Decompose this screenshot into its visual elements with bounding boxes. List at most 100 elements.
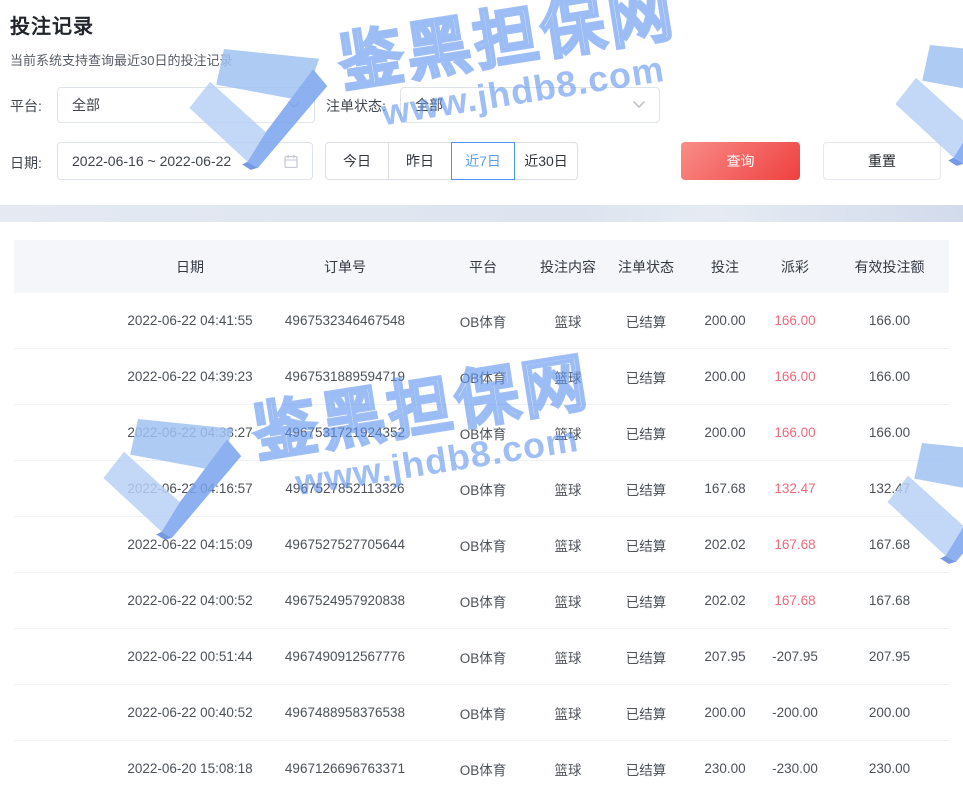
pad-cell <box>14 685 122 741</box>
status-cell: 已结算 <box>602 293 690 349</box>
valid-cell: 167.68 <box>830 573 949 629</box>
payout-cell: -207.95 <box>760 629 830 685</box>
content-cell: 篮球 <box>534 293 602 349</box>
valid-cell: 200.00 <box>830 685 949 741</box>
bet-cell: 167.68 <box>690 461 760 517</box>
col-header-platform: 平台 <box>432 240 534 293</box>
order-cell: 4967524957920838 <box>258 573 432 629</box>
col-header-order: 订单号 <box>258 240 432 293</box>
watermark-brand: 鉴黑担保网 <box>335 0 681 98</box>
order-cell: 4967531721924352 <box>258 405 432 461</box>
valid-cell: 166.00 <box>830 349 949 405</box>
status-cell: 已结算 <box>602 349 690 405</box>
valid-cell: 230.00 <box>830 741 949 795</box>
bet-cell: 202.02 <box>690 573 760 629</box>
date-cell: 2022-06-22 00:40:52 <box>122 685 258 741</box>
col-header-payout: 派彩 <box>760 240 830 293</box>
chevron-down-icon <box>288 101 300 109</box>
pad-cell <box>14 461 122 517</box>
status-label: 注单状态: <box>326 96 386 116</box>
table-row: 2022-06-22 04:00:524967524957920838OB体育篮… <box>14 573 949 629</box>
section-divider <box>0 205 963 222</box>
platform-label: 平台: <box>10 96 42 116</box>
platform-cell: OB体育 <box>432 629 534 685</box>
table-row: 2022-06-22 04:15:094967527527705644OB体育篮… <box>14 517 949 573</box>
platform-cell: OB体育 <box>432 573 534 629</box>
order-cell: 4967527852113326 <box>258 461 432 517</box>
order-cell: 4967531889594719 <box>258 349 432 405</box>
valid-cell: 207.95 <box>830 629 949 685</box>
col-header-status: 注单状态 <box>602 240 690 293</box>
bet-cell: 230.00 <box>690 741 760 795</box>
quick-date-yesterday-button[interactable]: 昨日 <box>388 142 452 180</box>
col-header-date: 日期 <box>122 240 258 293</box>
order-cell: 4967488958376538 <box>258 685 432 741</box>
date-range-input[interactable]: 2022-06-16 ~ 2022-06-22 <box>57 142 313 180</box>
date-cell: 2022-06-22 04:00:52 <box>122 573 258 629</box>
records-table: 日期 订单号 平台 投注内容 注单状态 投注 派彩 有效投注额 2022-06-… <box>14 240 949 795</box>
bet-cell: 200.00 <box>690 685 760 741</box>
payout-cell: 167.68 <box>760 573 830 629</box>
status-cell: 已结算 <box>602 741 690 795</box>
pad-cell <box>14 293 122 349</box>
platform-cell: OB体育 <box>432 405 534 461</box>
table-header-row: 日期 订单号 平台 投注内容 注单状态 投注 派彩 有效投注额 <box>14 240 949 293</box>
platform-cell: OB体育 <box>432 517 534 573</box>
date-cell: 2022-06-22 04:16:57 <box>122 461 258 517</box>
table-row: 2022-06-20 15:08:184967126696763371OB体育篮… <box>14 741 949 795</box>
quick-date-today-button[interactable]: 今日 <box>325 142 389 180</box>
date-cell: 2022-06-22 04:15:09 <box>122 517 258 573</box>
date-cell: 2022-06-22 04:41:55 <box>122 293 258 349</box>
status-cell: 已结算 <box>602 517 690 573</box>
date-cell: 2022-06-22 00:51:44 <box>122 629 258 685</box>
payout-cell: -230.00 <box>760 741 830 795</box>
valid-cell: 166.00 <box>830 293 949 349</box>
order-cell: 4967126696763371 <box>258 741 432 795</box>
valid-cell: 132.47 <box>830 461 949 517</box>
pad-cell <box>14 349 122 405</box>
bet-cell: 202.02 <box>690 517 760 573</box>
status-cell: 已结算 <box>602 629 690 685</box>
quick-date-last7-button[interactable]: 近7日 <box>451 142 515 180</box>
content-cell: 篮球 <box>534 405 602 461</box>
platform-cell: OB体育 <box>432 461 534 517</box>
quick-date-last30-button[interactable]: 近30日 <box>514 142 578 180</box>
pad-cell <box>14 573 122 629</box>
status-select[interactable]: 全部 <box>400 87 660 123</box>
content-cell: 篮球 <box>534 517 602 573</box>
bet-cell: 200.00 <box>690 405 760 461</box>
quick-date-group: 今日 昨日 近7日 近30日 <box>325 142 578 180</box>
table-row: 2022-06-22 04:16:574967527852113326OB体育篮… <box>14 461 949 517</box>
table-row: 2022-06-22 00:40:524967488958376538OB体育篮… <box>14 685 949 741</box>
records-table-wrap: 日期 订单号 平台 投注内容 注单状态 投注 派彩 有效投注额 2022-06-… <box>14 240 949 795</box>
payout-cell: -200.00 <box>760 685 830 741</box>
payout-cell: 166.00 <box>760 349 830 405</box>
page-title: 投注记录 <box>10 10 94 39</box>
page-subtitle: 当前系统支持查询最近30日的投注记录 <box>10 50 232 69</box>
table-body: 2022-06-22 04:41:554967532346467548OB体育篮… <box>14 293 949 795</box>
order-cell: 4967527527705644 <box>258 517 432 573</box>
payout-cell: 167.68 <box>760 517 830 573</box>
status-cell: 已结算 <box>602 573 690 629</box>
date-cell: 2022-06-22 04:38:27 <box>122 405 258 461</box>
content-cell: 篮球 <box>534 573 602 629</box>
status-cell: 已结算 <box>602 461 690 517</box>
calendar-icon <box>284 154 298 168</box>
payout-cell: 166.00 <box>760 293 830 349</box>
table-row: 2022-06-22 04:38:274967531721924352OB体育篮… <box>14 405 949 461</box>
platform-select-value: 全部 <box>72 95 100 115</box>
table-row: 2022-06-22 00:51:444967490912567776OB体育篮… <box>14 629 949 685</box>
reset-button[interactable]: 重置 <box>823 142 941 180</box>
query-button[interactable]: 查询 <box>681 142 800 180</box>
content-cell: 篮球 <box>534 741 602 795</box>
pad-cell <box>14 629 122 685</box>
bet-cell: 200.00 <box>690 293 760 349</box>
platform-cell: OB体育 <box>432 685 534 741</box>
date-cell: 2022-06-22 04:39:23 <box>122 349 258 405</box>
col-header-bet: 投注 <box>690 240 760 293</box>
bet-cell: 207.95 <box>690 629 760 685</box>
date-range-value: 2022-06-16 ~ 2022-06-22 <box>72 153 231 169</box>
platform-select[interactable]: 全部 <box>57 87 315 123</box>
date-cell: 2022-06-20 15:08:18 <box>122 741 258 795</box>
pad-cell <box>14 741 122 795</box>
